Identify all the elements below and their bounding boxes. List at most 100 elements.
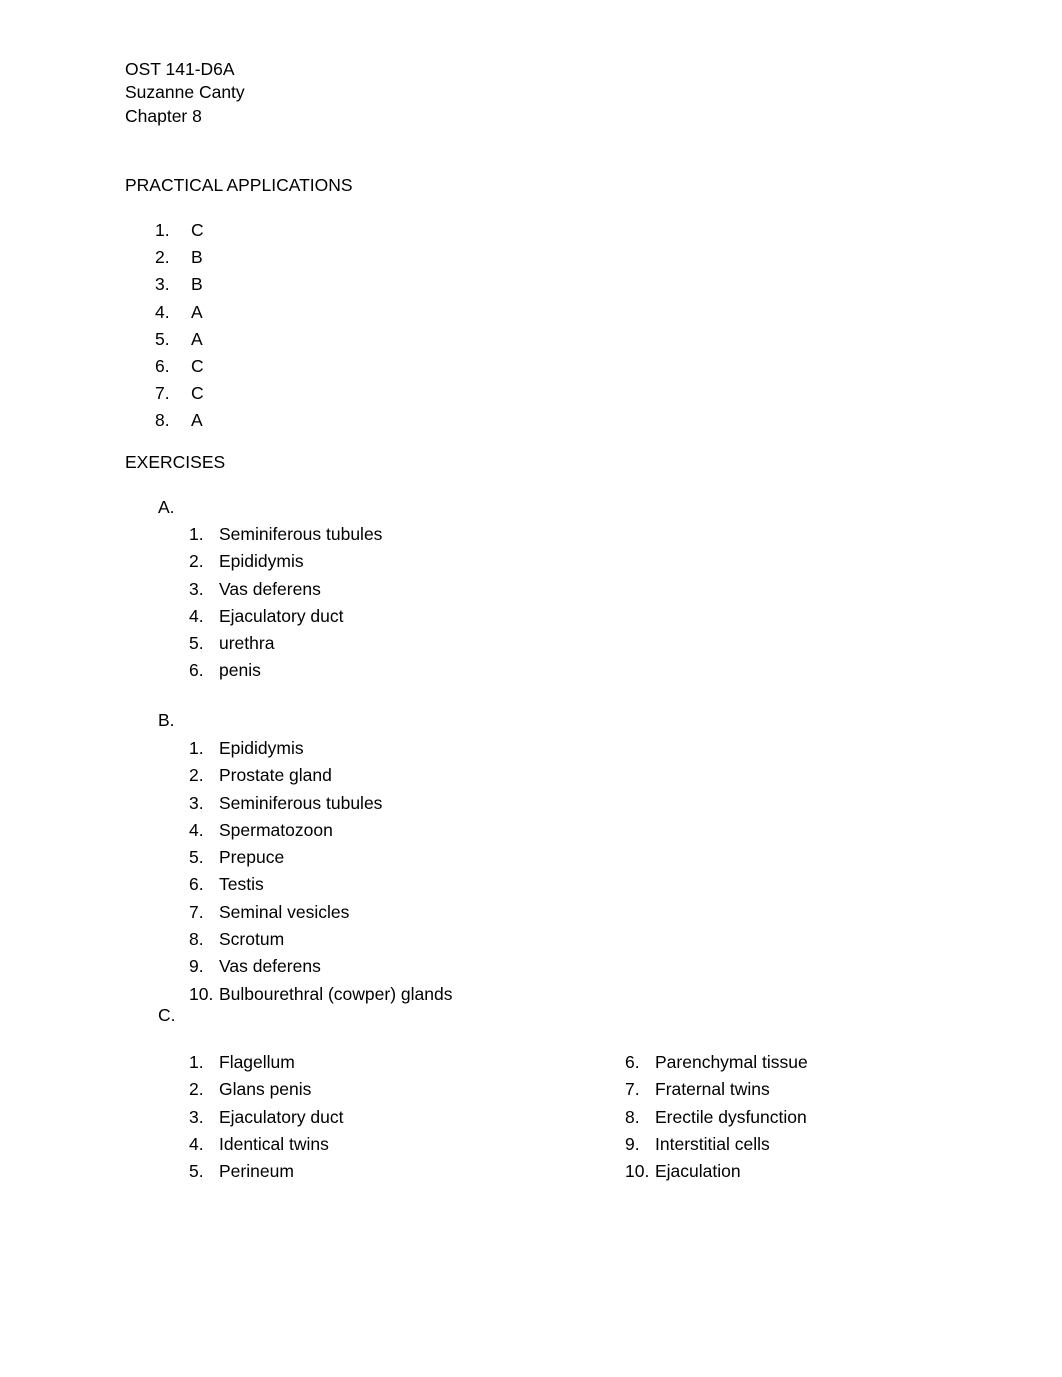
list-item-number: 3. (189, 1106, 204, 1127)
list-item-number: 3. (155, 274, 170, 295)
exercise-section-b-letter: B. (158, 710, 175, 730)
list-item: 6. Parenchymal tissue (625, 1049, 808, 1076)
list-item-text: Testis (219, 874, 264, 895)
header-chapter: Chapter 8 (125, 105, 202, 126)
list-item: 8. A (125, 407, 204, 434)
list-item-number: 9. (189, 956, 204, 977)
list-item: 3. Seminiferous tubules (189, 790, 452, 817)
list-item-number: 10. (625, 1161, 650, 1182)
list-item-number: 6. (155, 355, 170, 376)
list-item-answer: C (191, 220, 204, 240)
exercise-section-b-list: 1. Epididymis 2. Prostate gland 3. Seminife… (189, 735, 452, 1008)
list-item: 9. Interstitial cells (625, 1131, 808, 1158)
list-item-text: urethra (219, 633, 275, 654)
list-item: 2. Epididymis (189, 548, 382, 575)
list-item-number: 1. (189, 524, 204, 544)
list-item: 2. Glans penis (189, 1076, 344, 1103)
list-item-number: 6. (189, 874, 204, 895)
list-item: 10. Ejaculation (625, 1158, 808, 1185)
list-item: 8. Erectile dysfunction (625, 1104, 808, 1131)
header-course-code: OST 141-D6A (125, 59, 235, 79)
list-item: 3. B (125, 271, 204, 298)
list-item-number: 8. (155, 410, 170, 431)
list-item-number: 2. (189, 765, 204, 786)
list-item: 7. C (125, 380, 204, 407)
list-item-text: penis (219, 660, 261, 681)
list-item-text: Fraternal twins (655, 1079, 770, 1100)
list-item: 5. A (125, 326, 204, 353)
list-item-answer: A (191, 301, 203, 322)
list-item: 5. Prepuce (189, 844, 452, 871)
list-item-number: 8. (625, 1106, 640, 1127)
list-item: 7. Fraternal twins (625, 1076, 808, 1103)
exercise-section-c-list-right-column: 6. Parenchymal tissue 7. Fraternal twins 8… (625, 1049, 808, 1185)
list-item-text: Scrotum (219, 929, 285, 950)
list-item-number: 2. (189, 551, 204, 572)
list-item: 4. Spermatozoon (189, 817, 452, 844)
list-item: 7. Seminal vesicles (189, 899, 452, 926)
exercises-heading: EXERCISES (125, 452, 226, 472)
list-item-number: 7. (155, 383, 170, 404)
list-item-text: Spermatozoon (219, 819, 333, 840)
list-item-text: Seminiferous tubules (219, 792, 383, 813)
list-item-number: 1. (155, 220, 170, 240)
list-item-number: 4. (189, 605, 204, 626)
list-item: 5. urethra (189, 630, 382, 657)
list-item-text: Seminal vesicles (219, 901, 350, 922)
list-item-text: Glans penis (219, 1079, 312, 1100)
list-item: 2. B (125, 244, 204, 271)
list-item-answer: C (191, 383, 204, 404)
list-item-number: 2. (155, 247, 170, 268)
list-item-text: Epididymis (219, 738, 304, 758)
list-item-text: Erectile dysfunction (655, 1106, 807, 1127)
list-item: 2. Prostate gland (189, 762, 452, 789)
list-item-number: 6. (189, 660, 204, 681)
list-item: 1. Flagellum (189, 1049, 344, 1076)
list-item: 8. Scrotum (189, 926, 452, 953)
list-item: 1. Seminiferous tubules (189, 521, 382, 548)
list-item-text: Vas deferens (219, 956, 321, 977)
list-item-text: Seminiferous tubules (219, 524, 383, 544)
list-item-text: Ejaculation (655, 1161, 741, 1182)
list-item-text: Parenchymal tissue (655, 1052, 808, 1072)
list-item: 6. penis (189, 657, 382, 684)
list-item-text: Ejaculatory duct (219, 1106, 344, 1127)
list-item-number: 2. (189, 1079, 204, 1100)
list-item-text: Flagellum (219, 1052, 295, 1072)
list-item-number: 3. (189, 578, 204, 599)
list-item-text: Prepuce (219, 847, 285, 868)
list-item: 10. Bulbourethral (cowper) glands (189, 981, 452, 1008)
list-item: 3. Vas deferens (189, 576, 382, 603)
list-item-number: 5. (189, 847, 204, 868)
list-item-text: Vas deferens (219, 578, 321, 599)
list-item-number: 4. (155, 301, 170, 322)
list-item-text: Ejaculatory duct (219, 605, 344, 626)
list-item-number: 5. (189, 1161, 204, 1182)
list-item: 5. Perineum (189, 1158, 344, 1185)
list-item-number: 4. (189, 1133, 204, 1154)
list-item: 1. Epididymis (189, 735, 452, 762)
list-item-number: 7. (625, 1079, 640, 1100)
list-item-number: 10. (189, 983, 214, 1004)
document-header: OST 141-D6A Suzanne Canty Chapter 8 (125, 58, 245, 128)
exercise-section-c-letter: C. (158, 1005, 176, 1025)
exercise-section-a-letter: A. (158, 497, 175, 517)
list-item-number: 1. (189, 738, 204, 758)
list-item-number: 8. (189, 929, 204, 950)
exercise-section-c-list-left-column: 1. Flagellum 2. Glans penis 3. Ejaculatory … (189, 1049, 344, 1185)
practical-applications-list: 1. C 2. B 3. B 4. A 5. A 6. C 7. C 8. A (125, 217, 204, 435)
list-item-answer: B (191, 247, 203, 268)
list-item-text: Bulbourethral (cowper) glands (219, 983, 453, 1004)
list-item-number: 5. (189, 633, 204, 654)
list-item-number: 4. (189, 819, 204, 840)
list-item: 9. Vas deferens (189, 953, 452, 980)
list-item: 6. Testis (189, 871, 452, 898)
list-item-answer: A (191, 410, 203, 431)
list-item: 4. A (125, 299, 204, 326)
list-item-text: Prostate gland (219, 765, 332, 786)
exercise-section-a-list: 1. Seminiferous tubules 2. Epididymis 3. Va… (189, 521, 382, 685)
list-item-text: Identical twins (219, 1133, 329, 1154)
list-item-number: 6. (625, 1052, 640, 1072)
list-item: 6. C (125, 353, 204, 380)
list-item-text: Perineum (219, 1161, 294, 1182)
